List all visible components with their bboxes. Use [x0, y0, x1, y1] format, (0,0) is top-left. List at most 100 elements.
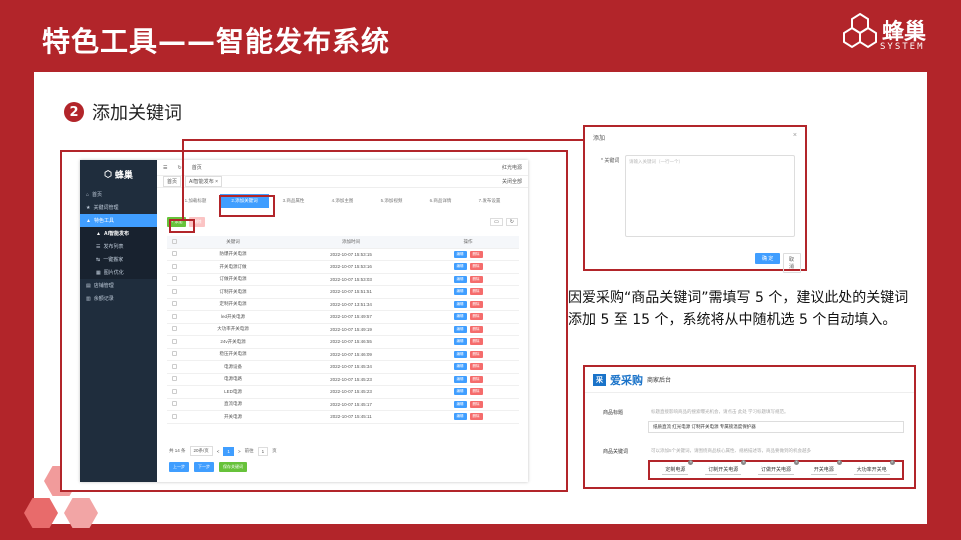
select-all-checkbox[interactable]	[167, 238, 181, 245]
delete-button[interactable]: 删除	[469, 400, 483, 408]
row-checkbox[interactable]	[167, 276, 181, 282]
user-name[interactable]: 红光电源	[502, 164, 522, 171]
next-page-button[interactable]: >	[238, 449, 241, 454]
menu-toggle-icon[interactable]: ☰	[163, 165, 167, 171]
tag-home[interactable]: 首页	[163, 176, 182, 187]
prev-page-button[interactable]: <	[217, 449, 220, 454]
row-checkbox[interactable]	[167, 376, 181, 382]
next-step-button[interactable]: 下一步	[194, 462, 214, 472]
delete-button[interactable]: 删除	[469, 350, 483, 358]
remove-icon[interactable]: ×	[741, 460, 747, 465]
sidebar-item-ai-publish[interactable]: ▲ AI智能发布	[80, 227, 157, 240]
edit-button[interactable]: 编辑	[453, 338, 467, 346]
row-checkbox[interactable]	[167, 326, 181, 332]
edit-button[interactable]: 编辑	[453, 263, 467, 271]
edit-button[interactable]: 编辑	[453, 325, 467, 333]
edit-button[interactable]: 编辑	[453, 275, 467, 283]
table-row: led开关电源 2022-10-07 15:49:57 编辑 删除	[167, 311, 519, 324]
step-main-image[interactable]: 4.添加主图	[318, 198, 367, 204]
edit-button[interactable]: 编辑	[453, 288, 467, 296]
row-checkbox[interactable]	[167, 363, 181, 370]
edit-button[interactable]: 编辑	[453, 413, 467, 421]
total-count: 共 14 条	[169, 448, 186, 453]
breadcrumb-home[interactable]: 首页	[192, 164, 202, 171]
delete-button[interactable]: 删除	[469, 325, 483, 333]
edit-button[interactable]: 编辑	[453, 400, 467, 408]
keyword-tag[interactable]: 订做开关电源 ×	[757, 460, 799, 475]
step-attributes[interactable]: 3.商品属性	[269, 198, 318, 204]
sidebar-item-keywords[interactable]: ★ 关键词管理	[80, 201, 157, 214]
close-icon[interactable]: ×	[793, 132, 797, 139]
keyword-tag[interactable]: 订制开关电源 ×	[705, 460, 747, 475]
keyword-tag[interactable]: 大功率开关电 ×	[853, 460, 895, 475]
edit-button[interactable]: 编辑	[453, 388, 467, 396]
sidebar-item-image-opt[interactable]: ▦ 图片优化	[80, 266, 157, 279]
delete-button[interactable]: 删除	[469, 275, 483, 283]
delete-button[interactable]: 删除	[469, 263, 483, 271]
row-checkbox[interactable]	[167, 351, 181, 357]
refresh-table-icon[interactable]: ↻	[505, 218, 518, 226]
remove-icon[interactable]: ×	[889, 460, 895, 465]
row-checkbox[interactable]	[167, 301, 181, 307]
actions-cell: 编辑 删除	[417, 288, 519, 296]
delete-button[interactable]: 删除	[469, 363, 483, 371]
row-checkbox[interactable]	[167, 263, 181, 270]
table-row: 防爆开关电源 2022-10-07 15:53:15 编辑 删除	[167, 249, 519, 261]
edit-button[interactable]: 编辑	[453, 375, 467, 383]
sidebar-item-shop[interactable]: ▤ 店铺管理	[80, 279, 157, 292]
remove-icon[interactable]: ×	[688, 460, 694, 465]
title-input[interactable]: 纸质直流 红光电源 订制开关电源 专属锁温度保护器	[648, 421, 904, 433]
tag-ai-publish[interactable]: AI智能发布 ×	[185, 176, 223, 187]
edit-button[interactable]: 编辑	[453, 350, 467, 358]
table-row: 电源电路 2022-10-07 15:45:23 编辑 删除	[167, 374, 519, 386]
edit-button[interactable]: 编辑	[453, 250, 467, 258]
sidebar-item-tools[interactable]: ▲ 特色工具	[80, 214, 157, 227]
prev-step-button[interactable]: 上一步	[169, 462, 189, 472]
sidebar-item-publish-list[interactable]: ☰ 发布列表	[80, 240, 157, 253]
remove-icon[interactable]: ×	[836, 460, 842, 465]
delete-button[interactable]: 删除	[469, 388, 483, 396]
edit-button[interactable]: 编辑	[453, 300, 467, 308]
row-checkbox[interactable]	[167, 313, 181, 320]
cancel-button[interactable]: 取 消	[783, 253, 801, 273]
keyword-tag-label: 定制电源	[665, 467, 686, 473]
keyword-tag-label: 订制开关电源	[708, 467, 739, 473]
page-size-select[interactable]: 20条/页	[189, 446, 213, 456]
delete-button[interactable]: 删除	[469, 288, 483, 296]
goto-page-input[interactable]: 1	[257, 446, 269, 456]
actions-cell: 编辑 删除	[417, 250, 519, 258]
delete-button[interactable]: 删除	[469, 375, 483, 383]
sidebar-item-balance[interactable]: ▥ 余额记录	[80, 292, 157, 305]
step-video[interactable]: 5.添加视频	[367, 198, 416, 204]
sidebar-item-home[interactable]: ⌂ 首页	[80, 188, 157, 201]
keyword-tag[interactable]: 开关电源 ×	[810, 460, 842, 475]
row-checkbox[interactable]	[167, 288, 181, 295]
keyword-tag[interactable]: 定制电源 ×	[662, 460, 694, 475]
row-checkbox[interactable]	[167, 401, 181, 407]
confirm-button[interactable]: 确 定	[755, 253, 781, 264]
remove-icon[interactable]: ×	[794, 460, 799, 465]
move-icon: ↹	[96, 256, 101, 263]
page-1-button[interactable]: 1	[223, 446, 234, 456]
keyword-textarea[interactable]: 请输入关键词（一行一个）	[625, 155, 795, 237]
pagination: 共 14 条 20条/页 < 1 > 前往 1 页	[169, 446, 277, 456]
row-checkbox[interactable]	[167, 338, 181, 345]
edit-button[interactable]: 编辑	[453, 313, 467, 321]
row-checkbox[interactable]	[167, 388, 181, 395]
row-checkbox[interactable]	[167, 251, 181, 257]
edit-button[interactable]: 编辑	[453, 363, 467, 371]
row-checkbox[interactable]	[167, 413, 181, 420]
step-load-title[interactable]: 1.加载标题	[171, 198, 220, 204]
sidebar-item-migrate[interactable]: ↹ 一键搬家	[80, 253, 157, 266]
columns-icon[interactable]: ▭	[490, 218, 503, 226]
step-publish-settings[interactable]: 7.发布设置	[465, 198, 514, 204]
delete-button[interactable]: 删除	[469, 313, 483, 321]
delete-button[interactable]: 删除	[469, 413, 483, 421]
delete-button[interactable]: 删除	[469, 338, 483, 346]
delete-button[interactable]: 删除	[469, 250, 483, 258]
save-keywords-button[interactable]: 保存关键词	[219, 462, 247, 472]
close-all-tags[interactable]: 关闭全部	[502, 178, 522, 185]
time-cell: 2022-10-07 13:51:34	[330, 301, 372, 307]
step-details[interactable]: 6.商品详情	[416, 198, 465, 204]
delete-button[interactable]: 删除	[469, 300, 483, 308]
